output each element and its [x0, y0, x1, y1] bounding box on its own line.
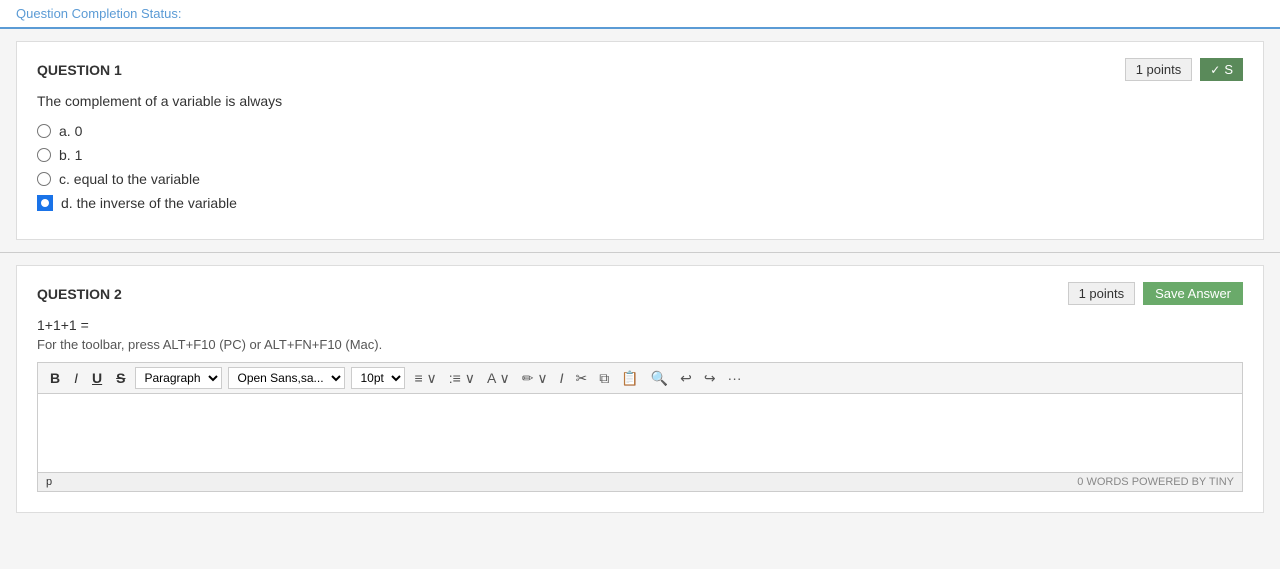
- option-c-label: c. equal to the variable: [59, 171, 200, 187]
- search-button[interactable]: 🔍: [648, 368, 671, 389]
- undo-button[interactable]: ↩: [677, 368, 695, 389]
- completion-status-label: Question Completion Status:: [16, 6, 181, 21]
- editor-footer: p 0 WORDS POWERED BY TINY: [37, 473, 1243, 492]
- more-button[interactable]: ···: [725, 368, 745, 388]
- question-2-save-button[interactable]: Save Answer: [1143, 282, 1243, 305]
- option-a-label: a. 0: [59, 123, 82, 139]
- question-1-points: 1 points: [1125, 58, 1193, 81]
- question-1-save-button[interactable]: ✓ S: [1200, 58, 1243, 81]
- question-2-title: QUESTION 2: [37, 286, 122, 302]
- font-select[interactable]: Open Sans,sa...: [228, 367, 345, 389]
- question-1-block: QUESTION 1 1 points ✓ S The complement o…: [16, 41, 1264, 240]
- italic-button[interactable]: I: [70, 368, 82, 388]
- copy-button[interactable]: ⧉: [596, 368, 612, 389]
- radio-c[interactable]: [37, 172, 51, 186]
- question-2-hint: For the toolbar, press ALT+F10 (PC) or A…: [37, 337, 1243, 352]
- question-1-header: QUESTION 1 1 points ✓ S: [37, 58, 1243, 81]
- radio-a[interactable]: [37, 124, 51, 138]
- editor-area[interactable]: [37, 393, 1243, 473]
- editor-paragraph-indicator: p: [46, 476, 52, 488]
- question-2-expression: 1+1+1 =: [37, 317, 1243, 333]
- italic-format-button[interactable]: I: [557, 368, 567, 388]
- question-2-points: 1 points: [1068, 282, 1136, 305]
- question-1-meta: 1 points ✓ S: [1125, 58, 1243, 81]
- paste-button[interactable]: 📋: [618, 368, 641, 389]
- question-1-text: The complement of a variable is always: [37, 93, 1243, 109]
- question-2-header: QUESTION 2 1 points Save Answer: [37, 282, 1243, 305]
- strikethrough-button[interactable]: S: [112, 368, 129, 388]
- paragraph-select[interactable]: Paragraph: [135, 367, 222, 389]
- cut-button[interactable]: ✂: [572, 368, 590, 389]
- editor-word-count: 0 WORDS POWERED BY TINY: [1077, 476, 1234, 488]
- section-divider: [0, 252, 1280, 253]
- underline-button[interactable]: U: [88, 368, 106, 388]
- words-label: 0 WORDS: [1077, 476, 1128, 488]
- option-d[interactable]: d. the inverse of the variable: [37, 195, 1243, 211]
- font-color-button[interactable]: A ∨: [484, 368, 513, 389]
- question-1-save-label: S: [1224, 62, 1233, 77]
- option-b-label: b. 1: [59, 147, 82, 163]
- top-bar: Question Completion Status:: [0, 0, 1280, 29]
- size-select[interactable]: 10pt: [351, 367, 405, 389]
- radio-d-selected[interactable]: [37, 195, 53, 211]
- redo-button[interactable]: ↪: [701, 368, 719, 389]
- unordered-list-button[interactable]: ≡ ∨: [411, 368, 439, 389]
- option-a[interactable]: a. 0: [37, 123, 1243, 139]
- question-1-title: QUESTION 1: [37, 62, 122, 78]
- checkmark-icon: ✓: [1210, 63, 1220, 77]
- option-b[interactable]: b. 1: [37, 147, 1243, 163]
- option-c[interactable]: c. equal to the variable: [37, 171, 1243, 187]
- radio-b[interactable]: [37, 148, 51, 162]
- question-2-meta: 1 points Save Answer: [1068, 282, 1243, 305]
- ordered-list-button[interactable]: :≡ ∨: [446, 368, 478, 389]
- editor-toolbar: B I U S Paragraph Open Sans,sa... 10pt ≡…: [37, 362, 1243, 393]
- highlight-button[interactable]: ✏ ∨: [519, 368, 551, 389]
- option-d-label: d. the inverse of the variable: [61, 195, 237, 211]
- page-content: QUESTION 1 1 points ✓ S The complement o…: [0, 41, 1280, 513]
- bold-button[interactable]: B: [46, 368, 64, 388]
- question-2-block: QUESTION 2 1 points Save Answer 1+1+1 = …: [16, 265, 1264, 513]
- powered-label: POWERED BY TINY: [1132, 476, 1234, 488]
